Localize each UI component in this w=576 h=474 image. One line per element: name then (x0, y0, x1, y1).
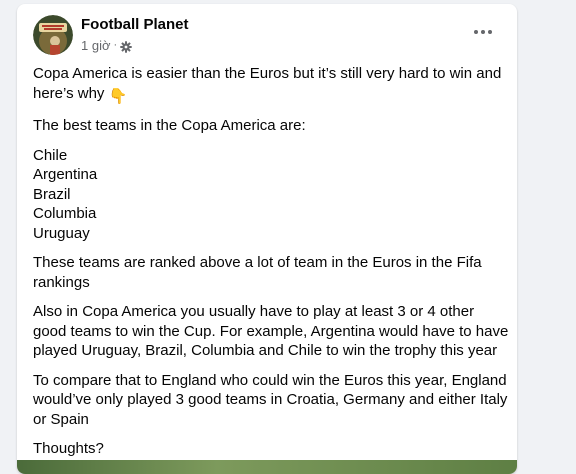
post-time[interactable]: 1 giờ (81, 37, 111, 54)
post-paragraph-ranking: These teams are ranked above a lot of te… (33, 254, 482, 291)
page-name[interactable]: Football Planet (81, 15, 189, 34)
post-header: Football Planet 1 giờ · (33, 15, 505, 57)
teams-list: Chile Argentina Brazil Columbia Uruguay (33, 146, 509, 244)
intro-text: Copa America is easier than the Euros bu… (33, 65, 502, 102)
list-item: Brazil (33, 185, 71, 203)
list-item: Chile (33, 146, 68, 164)
post-card: Football Planet 1 giờ · Copa America is … (17, 4, 517, 474)
post-meta: 1 giờ · (81, 37, 132, 54)
meta-separator: · (113, 39, 118, 51)
list-item: Columbia (33, 205, 97, 222)
list-item: Argentina (33, 166, 98, 183)
more-options-icon[interactable] (469, 21, 497, 43)
teams-heading: The best teams in the Copa America are: (33, 117, 306, 134)
list-item: Uruguay (33, 224, 90, 242)
gear-icon[interactable] (120, 40, 132, 53)
post-image-preview[interactable] (17, 460, 517, 474)
page-avatar[interactable] (33, 15, 73, 55)
post-text: Copa America is easier than the Euros bu… (33, 64, 509, 469)
post-paragraph-path: Also in Copa America you usually have to… (33, 303, 509, 359)
post-paragraph-compare: To compare that to England who could win… (33, 371, 508, 428)
post-paragraph-closing: Thoughts? (33, 440, 104, 457)
post-paragraph-intro: Copa America is easier than the Euros bu… (33, 64, 509, 106)
pointing-down-emoji-icon: 👇 (108, 87, 128, 105)
